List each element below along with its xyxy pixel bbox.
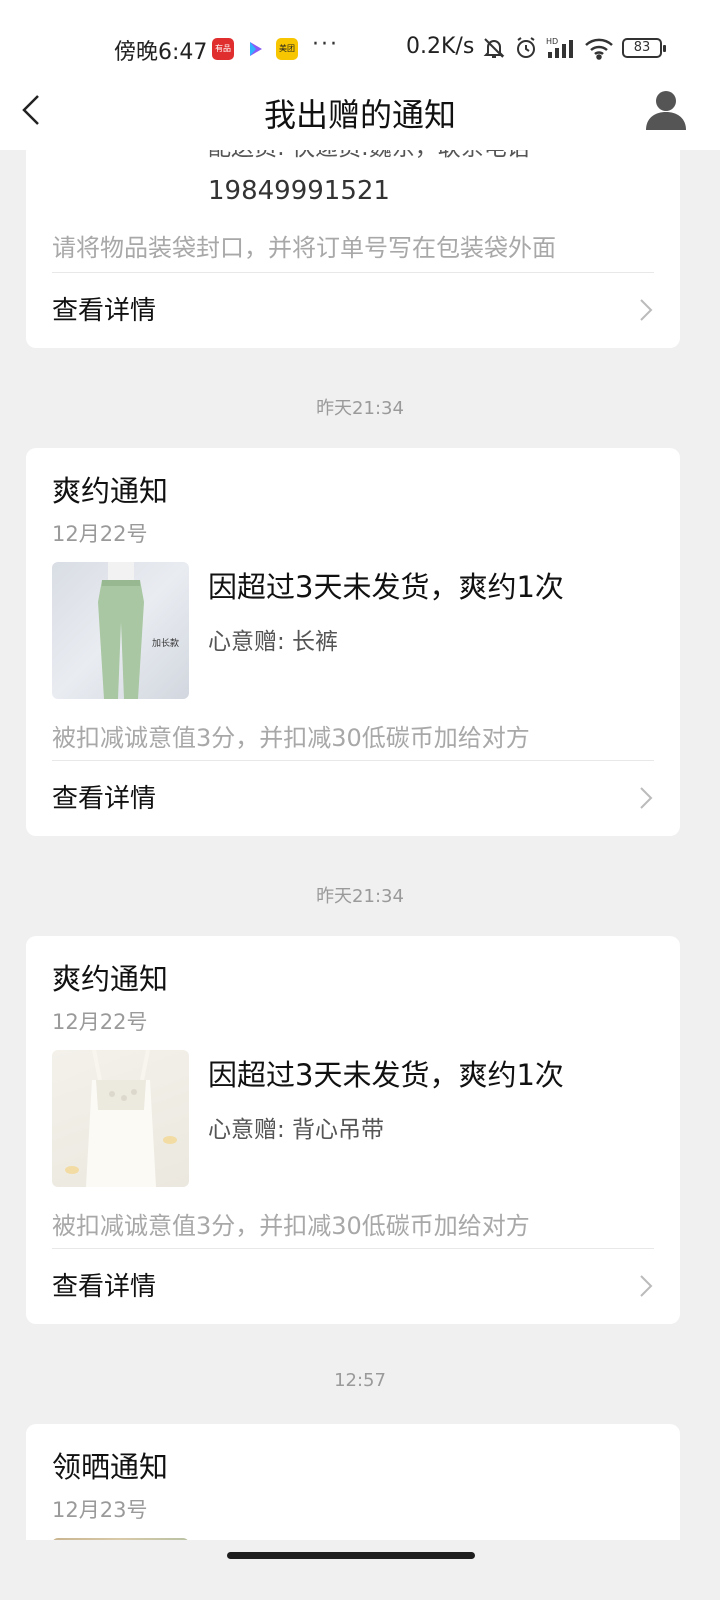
home-indicator[interactable] <box>227 1552 475 1559</box>
notification-date: 12月22号 <box>52 1010 148 1034</box>
chevron-right-icon <box>638 1272 654 1300</box>
notification-title: 爽约通知 <box>52 962 169 996</box>
app-badge-meituan: 美团 <box>276 38 298 60</box>
chevron-right-icon <box>638 296 654 324</box>
view-details-label: 查看详情 <box>52 1272 157 1302</box>
breach-headline: 因超过3天未发货，爽约1次 <box>208 570 564 604</box>
product-thumbnail-pants[interactable]: 加长款 <box>52 562 189 699</box>
notification-card: 配送员: 快递员:魏东，联系电话 19849991521 请将物品装袋封口，并将… <box>26 150 680 348</box>
notification-card: 爽约通知 12月22号 因超过3天未发货，爽约1次 心意赠: 背心吊带 被扣减诚… <box>26 936 680 1324</box>
timestamp-label: 12:57 <box>334 1370 386 1391</box>
signal-icon: HD <box>546 36 576 64</box>
notification-title: 爽约通知 <box>52 474 169 508</box>
gift-item-line: 心意赠: 背心吊带 <box>208 1117 385 1143</box>
app-badge-play <box>244 38 266 60</box>
wifi-icon <box>584 36 614 64</box>
more-notifications-icon: ··· <box>312 32 339 57</box>
user-profile-icon[interactable] <box>644 88 688 132</box>
courier-phone: 19849991521 <box>208 176 390 206</box>
battery-indicator: 83 <box>622 38 666 58</box>
notification-card: 领晒通知 12月23号 <box>26 1424 680 1540</box>
chevron-right-icon <box>638 784 654 812</box>
view-details-label: 查看详情 <box>52 296 157 326</box>
view-details-label: 查看详情 <box>52 784 157 814</box>
penalty-note: 被扣减诚意值3分，并扣减30低碳币加给对方 <box>52 1212 530 1240</box>
network-speed: 0.2K/s <box>406 34 475 59</box>
notification-date: 12月23号 <box>52 1498 148 1522</box>
mute-bell-icon <box>482 36 506 64</box>
alarm-icon <box>514 36 538 64</box>
status-time: 傍晚6:47 <box>114 40 208 65</box>
timestamp-label: 昨天21:34 <box>316 886 404 907</box>
courier-line: 配送员: 快递员:魏东，联系电话 <box>208 150 530 162</box>
app-badge-red: 有品 <box>212 38 234 60</box>
gift-item-line: 心意赠: 长裤 <box>208 629 339 655</box>
notification-list[interactable]: 配送员: 快递员:魏东，联系电话 19849991521 请将物品装袋封口，并将… <box>0 150 720 1540</box>
penalty-note: 被扣减诚意值3分，并扣减30低碳币加给对方 <box>52 724 530 752</box>
page-title: 我出赠的通知 <box>263 96 456 134</box>
packing-note: 请将物品装袋封口，并将订单号写在包装袋外面 <box>52 234 556 262</box>
notification-title: 领晒通知 <box>52 1450 169 1484</box>
view-details-row[interactable]: 查看详情 <box>26 760 680 836</box>
view-details-row[interactable]: 查看详情 <box>26 1248 680 1324</box>
timestamp-label: 昨天21:34 <box>316 398 404 419</box>
product-thumbnail[interactable] <box>52 1538 189 1540</box>
notification-date: 12月22号 <box>52 522 148 546</box>
svg-text:HD: HD <box>546 37 558 46</box>
product-thumbnail-camisole[interactable] <box>52 1050 189 1187</box>
nav-bar: 我出赠的通知 <box>0 76 720 150</box>
view-details-row[interactable]: 查看详情 <box>26 272 680 348</box>
thumbnail-caption: 加长款 <box>152 639 180 649</box>
notification-card: 爽约通知 12月22号 加长款 因超过3天未发货，爽约1次 心意赠: 长裤 被扣… <box>26 448 680 836</box>
breach-headline: 因超过3天未发货，爽约1次 <box>208 1058 564 1092</box>
